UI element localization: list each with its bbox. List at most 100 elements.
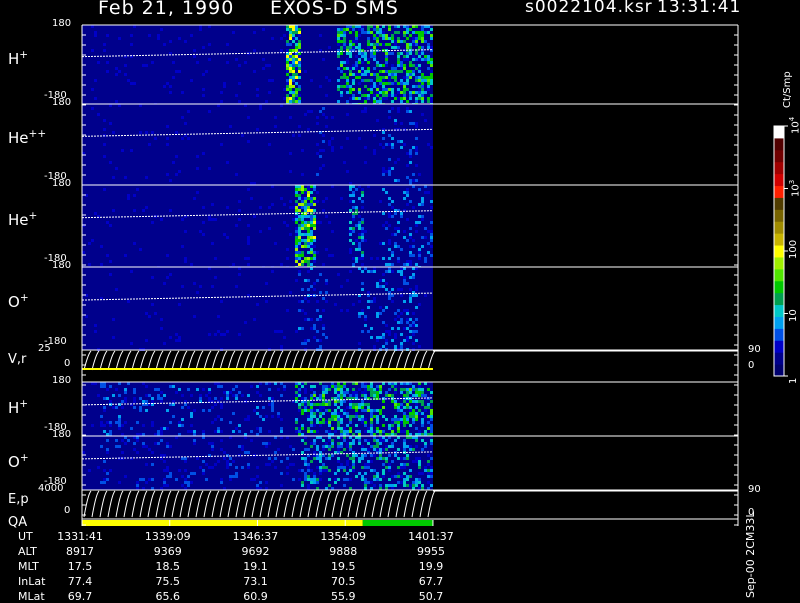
panel-1-cell (343, 161, 346, 164)
panel-0-cell (367, 73, 370, 76)
panel-5-cell (349, 427, 352, 430)
panel-5-cell (244, 418, 247, 421)
panel-6-cell (289, 445, 292, 448)
panel-6-cell (430, 439, 433, 442)
panel-6-cell (370, 481, 373, 484)
panel-0-cell (298, 46, 301, 49)
panel-3-cell (415, 324, 418, 327)
panel-5-cell (316, 430, 319, 433)
panel-6-cell (304, 472, 307, 475)
panel-3-cell (400, 273, 403, 276)
panel-6-cell (103, 460, 106, 463)
panel-6-cell (358, 460, 361, 463)
panel-0-cell (385, 58, 388, 61)
panel-0-cell (373, 43, 376, 46)
panel-5-cell (349, 430, 352, 433)
panel-2-cell (349, 251, 352, 254)
panel-3-cell (406, 282, 409, 285)
panel-0-cell (289, 88, 292, 91)
panel-3-cell (385, 324, 388, 327)
panel-6-cell (382, 472, 385, 475)
panel-0-cell (97, 61, 100, 64)
panel-0-cell (190, 34, 193, 37)
colorbar-swatch-3 (774, 328, 784, 341)
panel-0-cell (373, 37, 376, 40)
panel-2-cell (310, 191, 313, 194)
panel-2-cell (304, 260, 307, 263)
panel-2-cell (388, 212, 391, 215)
panel-0-cell (430, 58, 433, 61)
panel-5-cell (235, 385, 238, 388)
panel-5-cell (166, 409, 169, 412)
panel-5-cell (310, 388, 313, 391)
panel-6-cell (403, 445, 406, 448)
panel-7-glyph (315, 490, 324, 518)
panel-5-cell (250, 385, 253, 388)
panel-5-cell (403, 406, 406, 409)
panel-2-cell (358, 227, 361, 230)
panel-0-cell (391, 40, 394, 43)
panel-0-cell (337, 28, 340, 31)
panel-4-glyph (355, 350, 364, 371)
panel-5-cell (328, 388, 331, 391)
panel-3-cell (304, 342, 307, 345)
panel-6-cell (427, 481, 430, 484)
panel-0-cell (289, 70, 292, 73)
panel-5-cell (403, 424, 406, 427)
panel-1-ymax: 180 (52, 97, 72, 108)
panel-3-cell (382, 333, 385, 336)
panel-1-cell (364, 146, 367, 149)
panel-5-cell (343, 400, 346, 403)
panel-5-cell (427, 406, 430, 409)
panel-5-cell (415, 394, 418, 397)
panel-5-cell (214, 418, 217, 421)
panel-1-cell (406, 110, 409, 113)
panel-2-cell (283, 203, 286, 206)
panel-5-cell (337, 388, 340, 391)
panel-5-cell (301, 397, 304, 400)
panel-5-cell (268, 403, 271, 406)
panel-1-cell (358, 137, 361, 140)
panel-5-cell (181, 394, 184, 397)
panel-1-cell (364, 110, 367, 113)
panel-2-cell (238, 209, 241, 212)
panel-2-cell (304, 200, 307, 203)
panel-7-glyph (243, 490, 252, 518)
panel-0-cell (256, 94, 259, 97)
panel-5-cell (355, 412, 358, 415)
panel-0-cell (346, 76, 349, 79)
panel-6-cell (379, 448, 382, 451)
panel-0-cell (418, 58, 421, 61)
panel-2-cell (88, 242, 91, 245)
panel-2-cell (295, 191, 298, 194)
panel-3-cell (199, 285, 202, 288)
panel-5-cell (376, 385, 379, 388)
panel-3-cell (130, 270, 133, 273)
panel-5-cell (406, 430, 409, 433)
panel-5-cell (364, 403, 367, 406)
panel-0-cell (427, 43, 430, 46)
panel-2-cell (409, 263, 412, 266)
panel-6-cell (364, 478, 367, 481)
panel-1-cell (181, 137, 184, 140)
panel-6-cell (310, 481, 313, 484)
panel-3-cell (112, 336, 115, 339)
panel-6-cell (358, 472, 361, 475)
panel-0-cell (421, 52, 424, 55)
panel-5-cell (352, 415, 355, 418)
panel-1-cell (391, 146, 394, 149)
panel-1-cell (346, 113, 349, 116)
panel-6-cell (373, 448, 376, 451)
panel-0-cell (421, 37, 424, 40)
panel-0-cell (292, 97, 295, 100)
panel-1-cell (400, 122, 403, 125)
panel-0-cell (130, 34, 133, 37)
panel-0-cell (379, 79, 382, 82)
panel-2-cell (358, 221, 361, 224)
panel-5-cell (406, 394, 409, 397)
panel-1-cell (298, 125, 301, 128)
panel-1-cell (247, 140, 250, 143)
panel-0-cell (346, 28, 349, 31)
panel-6-cell (202, 472, 205, 475)
panel-0-cell (391, 100, 394, 103)
